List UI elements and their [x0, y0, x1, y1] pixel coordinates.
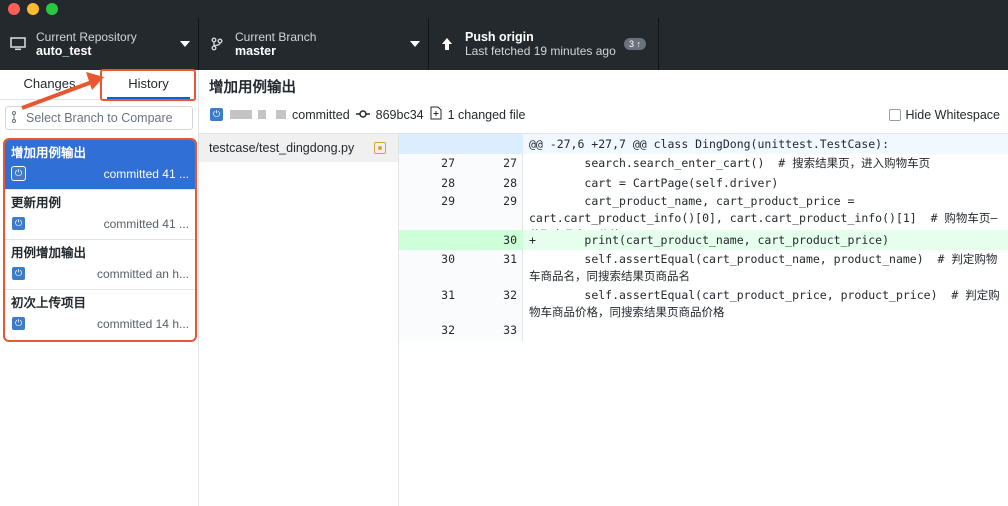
tab-history[interactable]: History	[99, 70, 198, 100]
redacted-author	[230, 110, 252, 119]
commit-time: committed 41 ...	[103, 166, 189, 181]
tab-bar: Changes History	[0, 70, 198, 100]
commit-time: committed 14 h...	[96, 316, 189, 331]
monitor-icon	[0, 37, 36, 51]
current-repository-button[interactable]: Current Repository auto_test	[0, 18, 199, 70]
last-fetched-text: Last fetched 19 minutes ago	[465, 44, 616, 58]
file-list-item[interactable]: testcase/test_dingdong.py	[199, 134, 398, 162]
close-window-button[interactable]	[8, 3, 20, 15]
commit-time: committed 41 ...	[103, 216, 189, 231]
commit-item[interactable]: 增加用例输出 ⏻ committed 41 ...	[5, 140, 195, 190]
toolbar: Current Repository auto_test Current Bra…	[0, 0, 1008, 70]
push-origin-button[interactable]: Push origin Last fetched 19 minutes ago …	[429, 18, 659, 70]
diff-hunk-header: @@ -27,6 +27,7 @@ class DingDong(unittes…	[399, 134, 1008, 154]
diff-line-text: cart = CartPage(self.driver)	[529, 176, 779, 190]
redacted-author	[276, 110, 286, 119]
compare-placeholder: Select Branch to Compare	[26, 111, 173, 125]
diff-view: @@ -27,6 +27,7 @@ class DingDong(unittes…	[399, 134, 1008, 506]
diff-line-text: self.assertEqual(cart_product_name, prod…	[529, 252, 998, 283]
avatar: ⏻	[209, 107, 224, 122]
changed-files-list: testcase/test_dingdong.py	[199, 134, 399, 506]
minimize-window-button[interactable]	[27, 3, 39, 15]
hide-whitespace-checkbox[interactable]	[888, 109, 901, 121]
file-name: testcase/test_dingdong.py	[209, 141, 355, 155]
chevron-down-icon	[402, 41, 428, 47]
commit-item[interactable]: 用例增加输出 ⏻ committed an h...	[5, 240, 195, 290]
current-branch-button[interactable]: Current Branch master	[199, 18, 429, 70]
arrow-up-icon	[429, 37, 465, 51]
commit-list: 增加用例输出 ⏻ committed 41 ... 更新用例 ⏻ committ…	[3, 138, 197, 342]
diff-line-text: + print(cart_product_name, cart_product_…	[529, 233, 890, 247]
old-line-number: 28	[441, 176, 455, 190]
new-line-number: 28	[503, 176, 517, 190]
old-line-number: 31	[441, 288, 455, 302]
diff-line-added[interactable]: 30 + print(cart_product_name, cart_produ…	[399, 230, 1008, 250]
commit-detail-pane: 增加用例输出 ⏻ committed 869bc34 1 changed fil…	[199, 70, 1008, 506]
chevron-down-icon	[172, 41, 198, 47]
branch-icon	[12, 110, 21, 126]
ahead-count-badge: 3 ↑	[623, 38, 646, 50]
branch-icon	[199, 37, 235, 51]
diff-line[interactable]: 28 28 cart = CartPage(self.driver)	[399, 174, 1008, 192]
hide-whitespace-label: Hide Whitespace	[905, 108, 1001, 122]
commit-time: committed an h...	[96, 266, 189, 281]
commit-item[interactable]: 初次上传项目 ⏻ committed 14 h...	[5, 290, 195, 340]
old-line-number	[399, 230, 461, 250]
diff-line-text: self.assertEqual(cart_product_price, pro…	[529, 288, 1000, 319]
avatar: ⏻	[11, 166, 26, 181]
commit-item[interactable]: 更新用例 ⏻ committed 41 ...	[5, 190, 195, 240]
new-line-number: 33	[503, 323, 517, 337]
file-diff-icon	[430, 106, 442, 123]
commit-title: 增加用例输出	[11, 146, 87, 160]
committed-text: committed	[292, 107, 350, 122]
zoom-window-button[interactable]	[46, 3, 58, 15]
window-controls	[8, 3, 58, 15]
diff-line-text: search.search_enter_cart() # 搜索结果页，进入购物车…	[529, 156, 931, 170]
changed-files-count: 1 changed file	[447, 107, 526, 122]
sidebar: Changes History Select Branch to Compare…	[0, 69, 199, 506]
push-label: Push origin	[465, 30, 534, 44]
new-line-number: 31	[503, 252, 517, 266]
hunk-text: @@ -27,6 +27,7 @@ class DingDong(unittes…	[529, 137, 890, 151]
commit-title: 初次上传项目	[11, 296, 87, 310]
commit-detail-title: 增加用例输出	[209, 80, 296, 96]
repo-label: Current Repository	[36, 30, 137, 44]
old-line-number: 30	[441, 252, 455, 266]
new-line-number: 30	[461, 230, 523, 250]
branch-name: master	[235, 44, 276, 58]
tab-changes[interactable]: Changes	[0, 70, 99, 99]
hide-whitespace-toggle[interactable]: Hide Whitespace	[888, 108, 1001, 122]
avatar: ⏻	[11, 266, 26, 281]
repo-name: auto_test	[36, 44, 92, 58]
branch-label: Current Branch	[235, 30, 317, 44]
new-line-number: 32	[503, 288, 517, 302]
commit-sha[interactable]: 869bc34	[376, 108, 424, 122]
avatar: ⏻	[11, 216, 26, 231]
commit-sha-icon	[355, 108, 370, 122]
commit-title: 更新用例	[11, 196, 62, 210]
redacted-author	[258, 110, 266, 119]
commit-title: 用例增加输出	[11, 246, 87, 260]
diff-line[interactable]: 27 27 search.search_enter_cart() # 搜索结果页…	[399, 154, 1008, 172]
modified-icon	[374, 142, 386, 154]
diff-line[interactable]: 31 32 self.assertEqual(cart_product_pric…	[399, 287, 1008, 321]
diff-line-text	[523, 321, 1008, 339]
branch-compare-input[interactable]: Select Branch to Compare	[5, 106, 193, 130]
commit-summary: 增加用例输出 ⏻ committed 869bc34 1 changed fil…	[199, 70, 1008, 134]
diff-line[interactable]: 32 33	[399, 321, 1008, 339]
old-line-number: 27	[441, 156, 455, 170]
avatar: ⏻	[11, 316, 26, 331]
old-line-number: 32	[441, 323, 455, 337]
new-line-number: 27	[503, 156, 517, 170]
diff-line[interactable]: 30 31 self.assertEqual(cart_product_name…	[399, 251, 1008, 285]
